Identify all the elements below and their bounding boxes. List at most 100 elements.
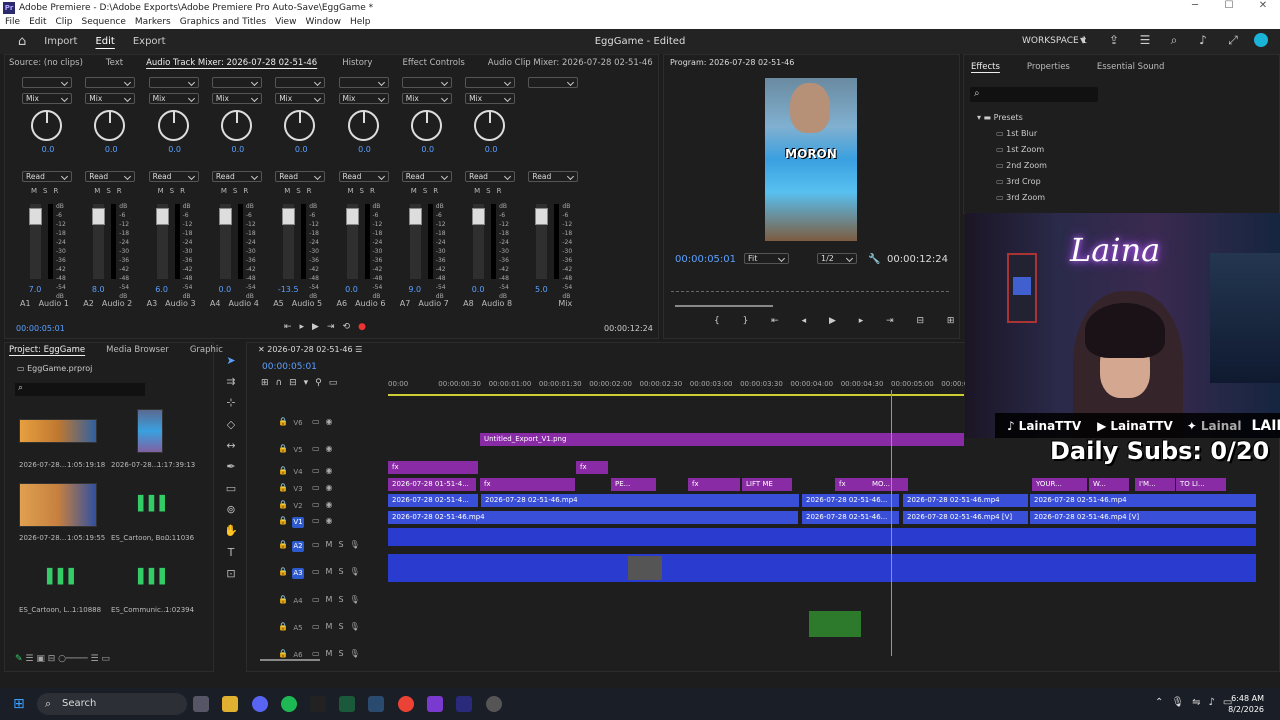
audio-clip-a3[interactable] xyxy=(388,554,1256,582)
wrench-icon[interactable]: 🔧 xyxy=(868,254,880,265)
mode-dropdown[interactable]: Mix xyxy=(401,93,452,104)
caption-clip[interactable]: TO LI... xyxy=(1176,478,1226,491)
fader-thumb[interactable] xyxy=(218,208,232,225)
caption-clip[interactable]: LIFT ME xyxy=(742,478,792,491)
video-clip[interactable]: 2026-07-28 02-51-4... xyxy=(388,494,478,507)
caption-clip[interactable]: I'M... xyxy=(1135,478,1175,491)
automation-dropdown[interactable]: Read xyxy=(85,171,136,182)
menu-edit[interactable]: Edit xyxy=(29,17,46,27)
track-controls[interactable]: ▭MS🎙 xyxy=(312,649,366,658)
clip-thumbnail[interactable] xyxy=(19,419,97,443)
program-tab[interactable]: Program: 2026-07-28 02-51-46 xyxy=(670,58,794,67)
track-id[interactable]: V6 xyxy=(292,418,304,429)
volume-fader[interactable] xyxy=(408,204,422,279)
output-dropdown[interactable] xyxy=(275,77,326,88)
chrome-icon[interactable] xyxy=(398,696,414,712)
pan-knob[interactable] xyxy=(410,110,442,141)
track-header[interactable]: 🔒 V3 ▭◉ xyxy=(250,480,387,498)
lock-icon[interactable]: 🔒 xyxy=(278,649,288,658)
fullscreen-icon[interactable]: ⤢ xyxy=(1226,33,1240,47)
effect-1st-blur[interactable]: 1st Blur xyxy=(996,129,1037,138)
output-dropdown[interactable] xyxy=(85,77,136,88)
lock-icon[interactable]: 🔒 xyxy=(278,417,288,426)
lock-icon[interactable]: 🔒 xyxy=(278,516,288,525)
track-header[interactable]: 🔒 A6 ▭MS🎙 xyxy=(250,646,387,664)
clock[interactable]: 6:48 AM 8/2/2026 xyxy=(1228,693,1264,715)
minimize-button[interactable]: ─ xyxy=(1178,0,1212,11)
mode-dropdown[interactable]: Mix xyxy=(85,93,136,104)
spotify-icon[interactable] xyxy=(281,696,297,712)
caption-clip[interactable]: MO... xyxy=(868,478,908,491)
track-id[interactable]: V5 xyxy=(292,445,304,456)
video-clip[interactable]: 2026-07-28 02-51-46.mp4 [V] xyxy=(903,511,1028,524)
tab-history[interactable]: History xyxy=(326,58,388,68)
tab-source[interactable]: Source: (no clips) xyxy=(0,58,92,68)
volume-fader[interactable] xyxy=(282,204,296,279)
tab-audio-clip-mixer[interactable]: Audio Clip Mixer: 2026-07-28 02-51-46 xyxy=(479,58,660,68)
tab-essential-sound[interactable]: Essential Sound xyxy=(1088,62,1174,72)
mute-solo-record[interactable]: MSR xyxy=(348,187,381,195)
menu-sequence[interactable]: Sequence xyxy=(82,17,126,27)
tab-media-browser[interactable]: Media Browser xyxy=(94,345,181,355)
type-tool-icon[interactable]: T xyxy=(224,546,238,560)
pan-knob[interactable] xyxy=(94,110,126,141)
volume-fader[interactable] xyxy=(535,204,549,279)
share-icon[interactable]: ⇪ xyxy=(1107,33,1121,47)
track-header[interactable]: 🔒 A4 ▭MS🎙 xyxy=(250,592,387,610)
volume-fader[interactable] xyxy=(472,204,486,279)
track-id[interactable]: A5 xyxy=(292,623,304,634)
ellipse-tool-icon[interactable]: ⊚ xyxy=(224,503,238,517)
zoom-bar[interactable] xyxy=(675,305,773,307)
output-dropdown[interactable] xyxy=(211,77,262,88)
close-button[interactable]: ✕ xyxy=(1246,0,1280,11)
track-id[interactable]: A3 xyxy=(292,568,304,579)
automation-dropdown[interactable]: Read xyxy=(528,171,579,182)
menu-help[interactable]: Help xyxy=(350,17,371,27)
track-id[interactable]: V1 xyxy=(292,517,304,528)
track-header[interactable]: 🔒 A5 ▭MS🎙 xyxy=(250,619,387,637)
video-clip[interactable]: 2026-07-28 02-51-46... xyxy=(802,511,899,524)
lock-icon[interactable]: 🔒 xyxy=(278,567,288,576)
file-explorer-icon[interactable] xyxy=(222,696,238,712)
program-time-ruler[interactable] xyxy=(671,283,949,292)
automation-dropdown[interactable]: Read xyxy=(465,171,516,182)
menu-graphics[interactable]: Graphics and Titles xyxy=(180,17,266,27)
track-header[interactable]: 🔒 V5 ▭◉ xyxy=(250,441,387,459)
nav-import[interactable]: Import xyxy=(44,36,77,47)
mixer-transport[interactable]: ⇤▸▶⇥⟲● xyxy=(284,322,374,332)
track-controls[interactable]: ▭MS🎙 xyxy=(312,540,366,549)
fader-thumb[interactable] xyxy=(535,208,549,225)
effect-1st-zoom[interactable]: 1st Zoom xyxy=(996,145,1044,154)
search-icon[interactable]: ⌕ xyxy=(1167,33,1181,47)
track-header[interactable]: 🔒 V6 ▭◉ xyxy=(250,414,387,432)
lock-icon[interactable]: 🔒 xyxy=(278,444,288,453)
clip-thumbnail[interactable] xyxy=(19,483,97,527)
lock-icon[interactable]: 🔒 xyxy=(278,540,288,549)
fx-clip[interactable]: fx xyxy=(388,461,478,474)
video-clip[interactable]: 2026-07-28 02-51-46.mp4 [V] xyxy=(1030,511,1256,524)
pan-knob[interactable] xyxy=(474,110,506,141)
fader-thumb[interactable] xyxy=(282,208,296,225)
automation-dropdown[interactable]: Read xyxy=(338,171,389,182)
tab-text[interactable]: Text xyxy=(92,58,137,68)
video-clip[interactable]: 2026-07-28 02-51-46.mp4 xyxy=(1030,494,1256,507)
ripple-edit-tool-icon[interactable]: ⊹ xyxy=(224,396,238,410)
streaming-app-icon[interactable] xyxy=(427,696,443,712)
taskbar-search[interactable]: Search xyxy=(37,693,187,715)
timeline-toolbar[interactable]: ⊞∩⊟▾⚲▭ xyxy=(261,378,344,388)
volume-fader[interactable] xyxy=(29,204,42,279)
nav-edit[interactable]: Edit xyxy=(95,36,114,47)
fit-dropdown[interactable]: Fit xyxy=(744,253,789,264)
output-dropdown[interactable] xyxy=(465,77,516,88)
pan-knob[interactable] xyxy=(284,110,316,141)
tab-effect-controls[interactable]: Effect Controls xyxy=(388,58,478,68)
menu-view[interactable]: View xyxy=(275,17,296,27)
mute-solo-record[interactable]: MSR xyxy=(284,187,317,195)
track-id[interactable]: A2 xyxy=(292,541,304,552)
video-clip[interactable]: 2026-07-28 02-51-46.mp4 xyxy=(481,494,799,507)
tab-project[interactable]: Project: EggGame xyxy=(0,345,94,355)
track-id[interactable]: V2 xyxy=(292,501,304,512)
track-id[interactable]: A4 xyxy=(292,596,304,607)
fader-thumb[interactable] xyxy=(408,208,422,225)
project-footer-tools[interactable]: ✎ ☰ ▣ ⊟ ○──── ☰ ▭ xyxy=(15,654,211,666)
